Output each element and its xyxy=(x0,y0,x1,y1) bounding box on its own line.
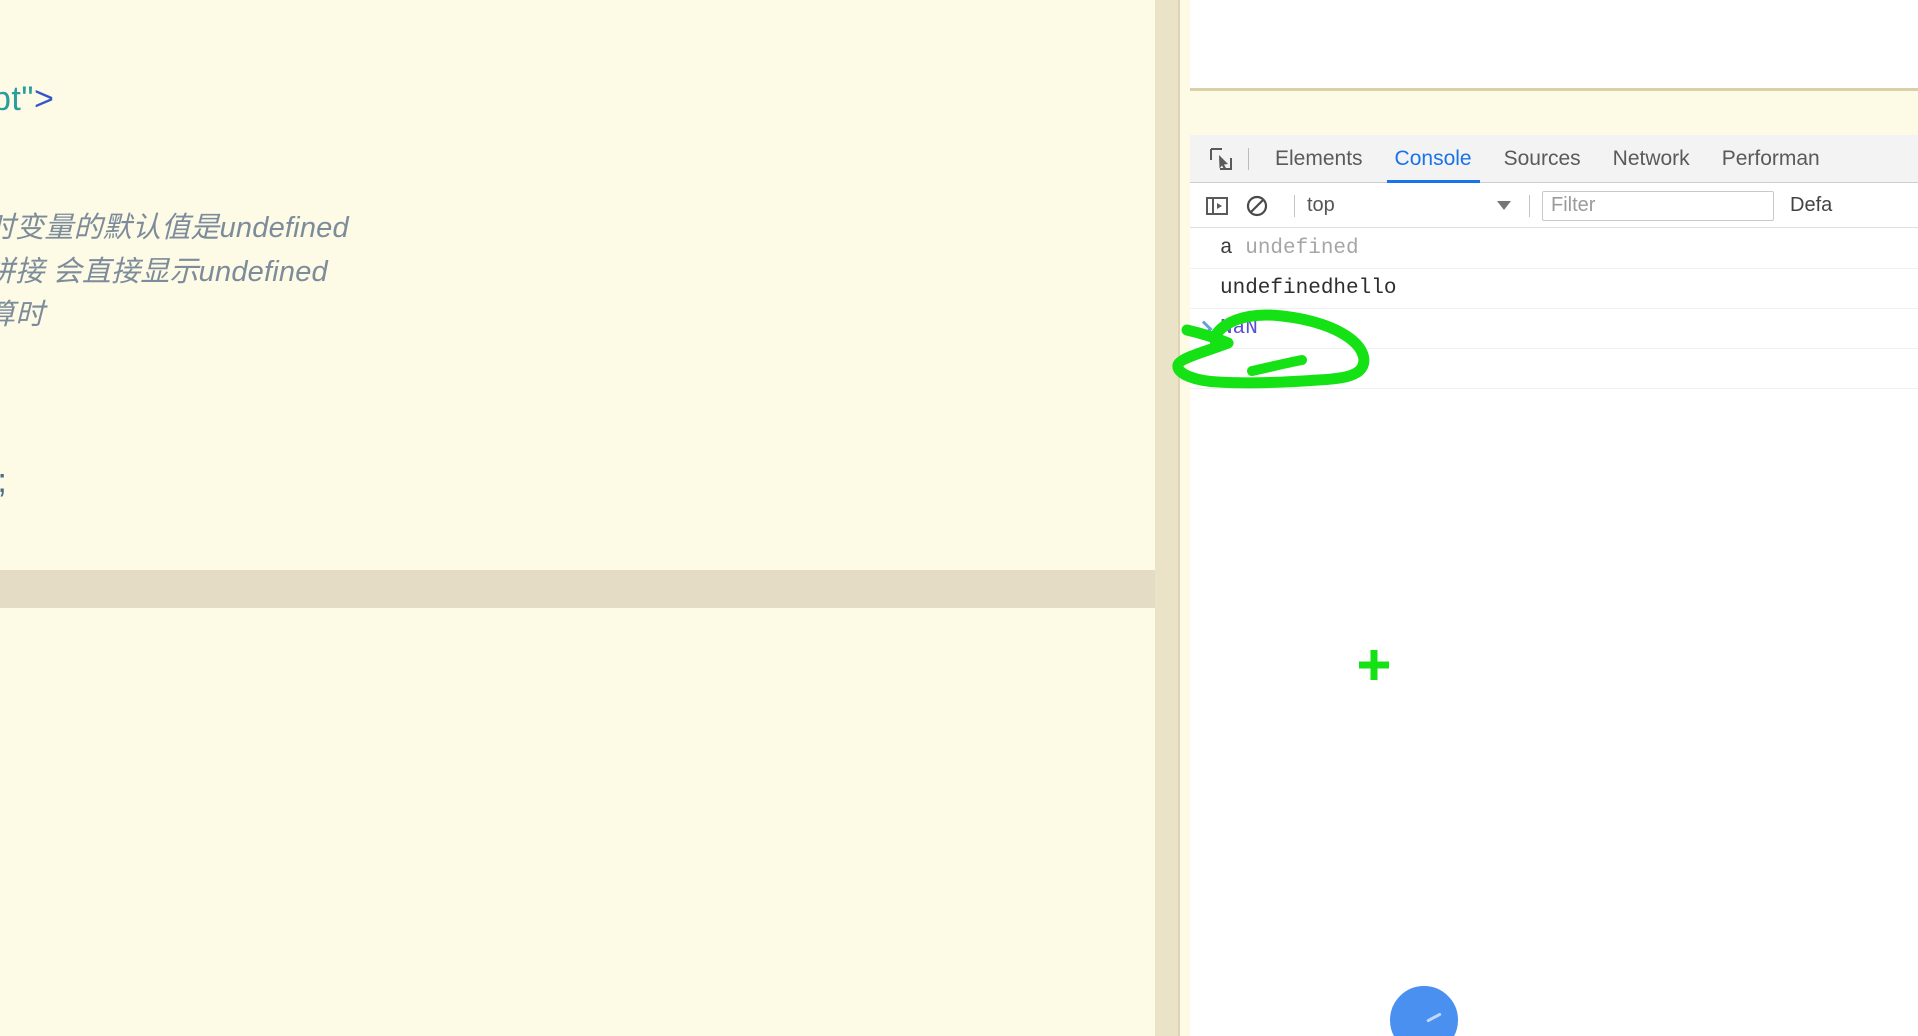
tab-network[interactable]: Network xyxy=(1597,135,1706,183)
tab-sources[interactable]: Sources xyxy=(1488,135,1597,183)
inspect-element-glyph xyxy=(1210,147,1232,170)
tab-console[interactable]: Console xyxy=(1379,135,1488,183)
console-row[interactable]: NaN xyxy=(1190,309,1918,349)
code-close-bracket: > xyxy=(33,80,55,118)
console-filter-input[interactable] xyxy=(1542,190,1774,221)
filterbar-separator-2 xyxy=(1529,194,1530,217)
button-glint xyxy=(1426,1012,1442,1023)
tab-elements[interactable]: Elements xyxy=(1259,135,1379,183)
console-token xyxy=(1233,237,1246,260)
console-row[interactable]: a undefined xyxy=(1190,229,1918,269)
inspect-element-icon[interactable] xyxy=(1204,142,1238,176)
code-comment-line-1: 时变量的默认值是undefined xyxy=(0,212,349,244)
page-pane-edge-divider xyxy=(1178,0,1180,1036)
execution-context-label: top xyxy=(1307,194,1335,216)
tab-performance[interactable]: Performan xyxy=(1706,135,1836,183)
devtools-pane: Elements Console Sources Network Perform… xyxy=(1190,0,1918,1036)
code-tag-fragment: pt"> xyxy=(0,80,54,119)
tabbar-separator xyxy=(1248,147,1249,170)
chevron-down-icon xyxy=(1497,201,1511,210)
devtools-tabbar: Elements Console Sources Network Perform… xyxy=(1190,135,1918,183)
clear-console-glyph xyxy=(1246,195,1268,216)
code-attr-value: pt" xyxy=(0,80,34,118)
code-comment-line-2: 拼接 会直接显示undefined xyxy=(0,256,328,288)
log-levels-dropdown[interactable]: Defa xyxy=(1790,194,1832,217)
console-row-empty xyxy=(1190,349,1918,389)
console-filter-bar: top Defa xyxy=(1190,184,1918,228)
console-token: a xyxy=(1220,237,1233,260)
filterbar-separator-1 xyxy=(1294,194,1295,217)
console-token: NaN xyxy=(1220,317,1258,340)
console-row[interactable]: undefinedhello xyxy=(1190,269,1918,309)
console-token: undefinedhello xyxy=(1220,277,1397,300)
clear-console-icon[interactable] xyxy=(1242,191,1272,221)
page-scrollbar-track[interactable] xyxy=(1155,0,1178,1036)
console-sidebar-icon[interactable] xyxy=(1202,191,1232,221)
page-content-band xyxy=(1190,91,1918,135)
screen-root: pt"> 时变量的默认值是undefined 拼接 会直接显示undefined… xyxy=(0,0,1918,1036)
code-comment-line-3: 算时 xyxy=(0,299,45,331)
code-highlight-band xyxy=(0,570,1167,608)
web-page-pane: pt"> 时变量的默认值是undefined 拼接 会直接显示undefined… xyxy=(0,0,1190,1036)
code-closing-call: ); xyxy=(0,462,7,501)
console-token: undefined xyxy=(1245,237,1359,260)
execution-context-selector[interactable]: top xyxy=(1307,194,1517,217)
console-sidebar-glyph xyxy=(1206,196,1228,215)
code-content-area: pt"> 时变量的默认值是undefined 拼接 会直接显示undefined… xyxy=(0,0,1175,1036)
expand-chevron-icon[interactable] xyxy=(1195,320,1213,337)
console-message-list: a undefined undefinedhello NaN xyxy=(1190,229,1918,1036)
page-scrollbar-thumb[interactable] xyxy=(1155,0,1178,478)
devtools-top-whitespace xyxy=(1190,0,1918,88)
